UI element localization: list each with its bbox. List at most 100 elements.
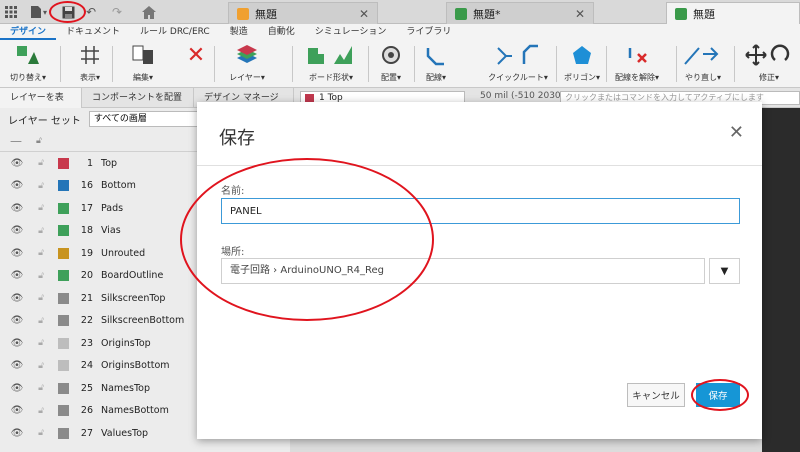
- tab-simulation[interactable]: シミュレーション: [305, 24, 397, 40]
- layer-number: 27: [80, 427, 93, 439]
- tab-rules[interactable]: ルール DRC/ERC: [130, 24, 220, 40]
- layer-name: ValuesTop: [101, 427, 149, 439]
- layer-color-swatch[interactable]: [58, 337, 69, 349]
- eye-icon[interactable]: 👁︎: [10, 270, 24, 281]
- layer-color-swatch[interactable]: [58, 382, 69, 394]
- lock-icon[interactable]: 🔓︎: [34, 181, 48, 191]
- lock-icon[interactable]: 🔓︎: [34, 361, 48, 371]
- chevron-down-icon[interactable]: ▼: [709, 258, 740, 284]
- layer-name: Top: [101, 157, 118, 169]
- tab-document-1[interactable]: 無題 ✕: [228, 2, 378, 24]
- layer-name: SilkscreenBottom: [101, 315, 185, 327]
- lock-icon[interactable]: 🔓︎: [34, 203, 48, 213]
- location-field[interactable]: 電子回路 › ArduinoUNO_R4_Reg: [221, 258, 705, 284]
- board-shape-button[interactable]: ボード形状▾: [298, 42, 364, 86]
- eye-icon[interactable]: 👁︎: [10, 360, 24, 371]
- eye-icon[interactable]: 👁︎: [10, 383, 24, 394]
- layer-number: 18: [80, 225, 93, 237]
- close-icon[interactable]: ✕: [359, 7, 369, 21]
- layer-color-swatch[interactable]: [58, 270, 69, 282]
- dialog-title: 保存: [219, 128, 255, 149]
- board-shape-icon: [305, 42, 357, 68]
- layer-color-swatch[interactable]: [58, 202, 69, 214]
- lock-icon[interactable]: 🔓︎: [34, 316, 48, 326]
- title-bar: ▾ ↶ ↷ 無題 ✕ 無題* ✕ 無題: [0, 0, 800, 24]
- layer-color-swatch[interactable]: [58, 225, 69, 237]
- edit-button[interactable]: 編集▾: [120, 42, 166, 86]
- tab-label: 無題: [255, 7, 277, 21]
- save-dialog: 保存 ✕ 名前: 場所: 電子回路 › ArduinoUNO_R4_Reg ▼ …: [197, 102, 762, 439]
- switch-button[interactable]: 切り替え▾: [6, 42, 50, 86]
- name-input[interactable]: [221, 198, 740, 224]
- layer-color-swatch[interactable]: [58, 247, 69, 259]
- eye-icon[interactable]: 👁︎: [10, 338, 24, 349]
- layer-number: 16: [80, 180, 93, 192]
- undo-icon[interactable]: ↶: [84, 4, 98, 20]
- redo-icon[interactable]: ↷: [110, 4, 124, 20]
- layer-number: 17: [80, 202, 93, 214]
- lock-icon[interactable]: 🔓︎: [34, 271, 48, 281]
- layers-button[interactable]: レイヤー▾: [222, 42, 272, 86]
- lock-icon[interactable]: 🔓︎: [34, 293, 48, 303]
- polygon-button[interactable]: ポリゴン▾: [562, 42, 602, 86]
- layer-color-swatch[interactable]: [58, 405, 69, 417]
- lock-icon[interactable]: 🔓︎: [34, 158, 48, 168]
- tab-manufacturing[interactable]: 製造: [220, 24, 258, 40]
- layer-color-swatch[interactable]: [58, 157, 69, 169]
- tab-document[interactable]: ドキュメント: [56, 24, 130, 40]
- place-button[interactable]: 配置▾: [372, 42, 410, 86]
- close-icon[interactable]: ✕: [575, 7, 585, 21]
- view-button[interactable]: 表示▾: [70, 42, 110, 86]
- tab-automation[interactable]: 自動化: [258, 24, 305, 40]
- eye-icon[interactable]: 👁︎: [10, 293, 24, 304]
- tab-library[interactable]: ライブラリ: [396, 24, 461, 40]
- design-canvas[interactable]: [762, 108, 800, 452]
- grid-icon: [77, 42, 103, 68]
- close-icon[interactable]: ✕: [729, 122, 744, 143]
- layer-color-swatch[interactable]: [58, 360, 69, 372]
- quick-route-button[interactable]: クイックルート▾: [486, 42, 550, 86]
- tab-label: 無題: [693, 7, 715, 21]
- save-icon[interactable]: [60, 4, 76, 20]
- delete-button[interactable]: ✕: [180, 42, 212, 86]
- quick-route-icon: [493, 42, 543, 68]
- redo-route-icon: [683, 42, 723, 68]
- collapse-icon[interactable]: —: [10, 134, 22, 148]
- eye-icon[interactable]: 👁︎: [10, 428, 24, 439]
- unroute-icon: [624, 42, 650, 68]
- lock-icon[interactable]: 🔓︎: [34, 383, 48, 393]
- modify-button[interactable]: 修正▾: [740, 42, 798, 86]
- eye-icon[interactable]: 👁︎: [10, 225, 24, 236]
- eye-icon[interactable]: 👁︎: [10, 203, 24, 214]
- lock-icon[interactable]: 🔓︎: [34, 226, 48, 236]
- layer-color-swatch[interactable]: [58, 427, 69, 439]
- eye-icon[interactable]: 👁︎: [10, 180, 24, 191]
- tab-place-components[interactable]: コンポーネントを配置: [82, 88, 194, 108]
- eye-icon[interactable]: 👁︎: [10, 248, 24, 259]
- lock-icon[interactable]: 🔓︎: [36, 136, 42, 146]
- redo-route-button[interactable]: やり直し▾: [680, 42, 726, 86]
- save-button[interactable]: 保存: [696, 383, 740, 407]
- tab-design[interactable]: デザイン: [0, 24, 57, 40]
- home-icon[interactable]: [140, 4, 158, 20]
- copy-icon: [130, 42, 156, 68]
- lock-icon[interactable]: 🔓︎: [34, 428, 48, 438]
- layer-color-swatch[interactable]: [58, 180, 69, 192]
- tab-document-3[interactable]: 無題: [666, 2, 800, 24]
- apps-grid-icon[interactable]: [4, 4, 18, 20]
- eye-icon[interactable]: 👁︎: [10, 158, 24, 169]
- route-button[interactable]: 配線▾: [416, 42, 456, 86]
- tab-document-2[interactable]: 無題* ✕: [446, 2, 594, 24]
- unroute-button[interactable]: 配線を解除▾: [612, 42, 662, 86]
- cancel-button[interactable]: キャンセル: [627, 383, 685, 407]
- eye-icon[interactable]: 👁︎: [10, 315, 24, 326]
- lock-icon[interactable]: 🔓︎: [34, 248, 48, 258]
- eye-icon[interactable]: 👁︎: [10, 405, 24, 416]
- layer-color-swatch[interactable]: [58, 315, 69, 327]
- lock-icon[interactable]: 🔓︎: [34, 406, 48, 416]
- layer-name: Unrouted: [101, 247, 146, 259]
- layer-color-swatch[interactable]: [58, 292, 69, 304]
- file-menu-icon[interactable]: ▾: [28, 4, 48, 20]
- lock-icon[interactable]: 🔓︎: [34, 338, 48, 348]
- tab-show-layers[interactable]: レイヤーを表示: [0, 88, 82, 123]
